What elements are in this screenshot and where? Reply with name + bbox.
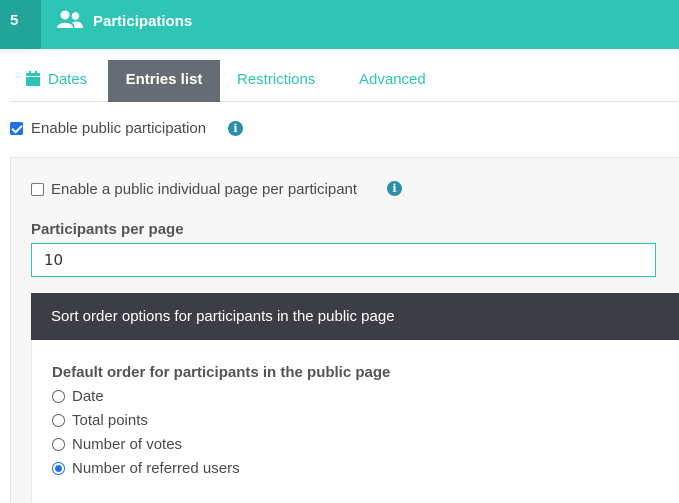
users-icon: [57, 10, 83, 28]
tab-advanced[interactable]: Advanced: [359, 60, 449, 102]
section-title: Participations: [93, 13, 193, 30]
step-number: 5: [0, 0, 41, 49]
tab-dates[interactable]: Dates: [26, 60, 106, 102]
participants-per-page-label: Participants per page: [31, 221, 184, 238]
radio-number-of-referred-users-label: Number of referred users: [72, 460, 240, 477]
radio-total-points[interactable]: [52, 414, 65, 427]
radio-date[interactable]: [52, 390, 65, 403]
tab-dates-label: Dates: [48, 71, 88, 88]
public-participation-checkbox[interactable]: [10, 122, 23, 135]
tab-entries-list[interactable]: Entries list: [108, 60, 220, 102]
individual-page-label: Enable a public individual page per part…: [51, 181, 358, 198]
info-icon[interactable]: i: [387, 181, 402, 196]
individual-page-checkbox[interactable]: [31, 183, 44, 196]
sort-options-header: Sort order options for participants in t…: [31, 293, 679, 340]
default-order-label: Default order for participants in the pu…: [52, 364, 391, 381]
calendar-icon: [26, 71, 40, 86]
radio-total-points-label: Total points: [72, 412, 148, 429]
radio-number-of-referred-users[interactable]: [52, 462, 65, 475]
radio-number-of-votes-label: Number of votes: [72, 436, 183, 453]
public-participation-label: Enable public participation: [31, 120, 207, 137]
radio-number-of-votes[interactable]: [52, 438, 65, 451]
info-icon[interactable]: i: [228, 121, 243, 136]
tab-bar: Dates Entries list Restrictions Advanced: [10, 60, 679, 102]
radio-date-label: Date: [72, 388, 104, 405]
participants-per-page-input[interactable]: 10: [31, 243, 656, 277]
tab-restrictions[interactable]: Restrictions: [237, 60, 337, 102]
section-header[interactable]: 5 Participations: [0, 0, 679, 49]
